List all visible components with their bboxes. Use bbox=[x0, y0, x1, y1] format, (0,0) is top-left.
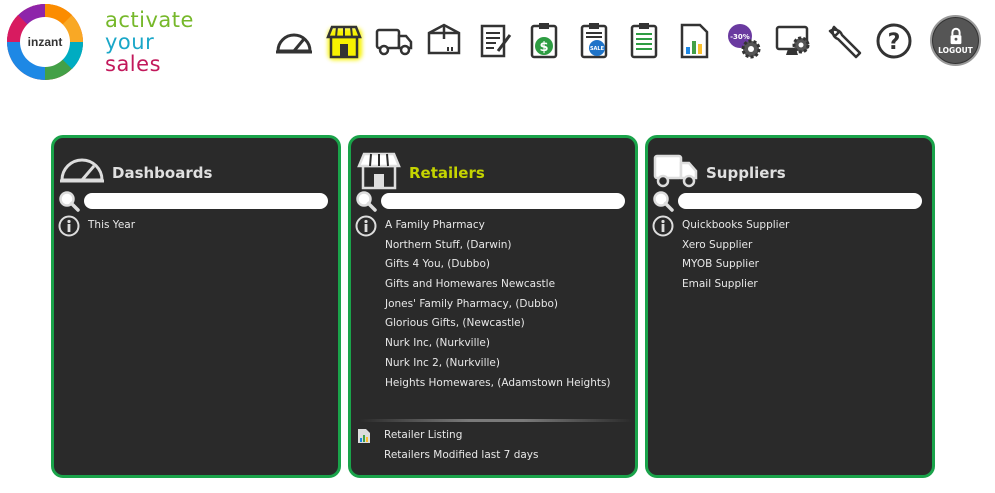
inzant-logo[interactable]: inzant bbox=[5, 2, 85, 82]
box-icon[interactable] bbox=[422, 18, 466, 64]
list-item[interactable]: Gifts 4 You, (Dubbo) bbox=[385, 255, 635, 275]
help-icon[interactable]: ? bbox=[872, 18, 916, 64]
list-item[interactable]: Jones' Family Pharmacy, (Dubbo) bbox=[385, 295, 635, 315]
retailers-modified-link[interactable]: Retailers Modified last 7 days bbox=[384, 446, 538, 466]
search-input[interactable] bbox=[381, 193, 625, 209]
suppliers-panel: Suppliers Quickbooks Supplier Xero Suppl… bbox=[645, 135, 935, 478]
sale-clipboard-icon[interactable]: SALE bbox=[572, 18, 616, 64]
dollar-clipboard-icon[interactable]: $ bbox=[522, 18, 566, 64]
search-icon bbox=[653, 191, 674, 212]
logout-label: LOGOUT bbox=[938, 45, 973, 55]
list-item[interactable]: MYOB Supplier bbox=[682, 255, 932, 275]
svg-text:?: ? bbox=[888, 30, 901, 55]
discount-badge: -30% bbox=[730, 33, 750, 41]
list-item[interactable]: Nurk Inc 2, (Nurkville) bbox=[385, 354, 635, 374]
list-clipboard-icon[interactable] bbox=[622, 18, 666, 64]
list-item[interactable]: Heights Homewares, (Adamstown Heights) bbox=[385, 374, 635, 394]
info-icon bbox=[652, 215, 674, 237]
list-item[interactable]: Glorious Gifts, (Newcastle) bbox=[385, 314, 635, 334]
store-icon[interactable] bbox=[322, 18, 366, 64]
dashboard-icon[interactable] bbox=[272, 18, 316, 64]
truck-icon bbox=[653, 154, 698, 188]
list-item[interactable]: Nurk Inc, (Nurkville) bbox=[385, 334, 635, 354]
logo-text: inzant bbox=[28, 35, 63, 49]
info-icon bbox=[355, 215, 377, 237]
search-input[interactable] bbox=[84, 193, 328, 209]
retailer-list: A Family Pharmacy Northern Stuff, (Darwi… bbox=[385, 216, 635, 393]
retailers-panel: Retailers A Family Pharmacy Northern Stu… bbox=[348, 135, 638, 478]
panel-title: Dashboards bbox=[112, 164, 213, 182]
dashboards-panel: Dashboards This Year bbox=[51, 135, 341, 478]
svg-text:SALE: SALE bbox=[590, 46, 605, 52]
store-icon bbox=[357, 152, 401, 190]
list-item[interactable]: Xero Supplier bbox=[682, 236, 932, 256]
report-chart-icon[interactable] bbox=[672, 18, 716, 64]
retailer-report-links: Retailer Listing Retailers Modified last… bbox=[384, 426, 538, 465]
list-item[interactable]: Northern Stuff, (Darwin) bbox=[385, 236, 635, 256]
discount-gear-icon[interactable]: -30% bbox=[722, 18, 766, 64]
logout-button[interactable]: LOGOUT bbox=[930, 15, 981, 66]
search-icon bbox=[59, 191, 80, 212]
wrench-icon[interactable] bbox=[822, 18, 866, 64]
divider bbox=[359, 419, 633, 422]
lock-icon bbox=[950, 27, 961, 44]
tagline-line-2: your bbox=[105, 30, 155, 54]
truck-icon[interactable] bbox=[372, 18, 416, 64]
panel-title: Suppliers bbox=[706, 164, 786, 182]
notepad-icon[interactable] bbox=[472, 18, 516, 64]
retailer-listing-link[interactable]: Retailer Listing bbox=[384, 426, 538, 446]
computer-settings-icon[interactable] bbox=[772, 18, 816, 64]
report-icon bbox=[358, 429, 370, 443]
list-item[interactable]: This Year bbox=[88, 216, 338, 236]
tagline-line-3: sales bbox=[105, 52, 162, 76]
info-icon bbox=[58, 215, 80, 237]
dashboard-icon bbox=[60, 158, 104, 183]
dashboard-list: This Year bbox=[88, 216, 338, 236]
list-item[interactable]: Email Supplier bbox=[682, 275, 932, 295]
list-item[interactable]: Gifts and Homewares Newcastle bbox=[385, 275, 635, 295]
svg-text:$: $ bbox=[539, 40, 548, 55]
tagline: activate your sales bbox=[105, 9, 194, 75]
panel-title: Retailers bbox=[409, 164, 485, 182]
list-item[interactable]: A Family Pharmacy bbox=[385, 216, 635, 236]
list-item[interactable]: Quickbooks Supplier bbox=[682, 216, 932, 236]
supplier-list: Quickbooks Supplier Xero Supplier MYOB S… bbox=[682, 216, 932, 295]
search-input[interactable] bbox=[678, 193, 922, 209]
tagline-line-1: activate bbox=[105, 8, 194, 32]
search-icon bbox=[356, 191, 377, 212]
